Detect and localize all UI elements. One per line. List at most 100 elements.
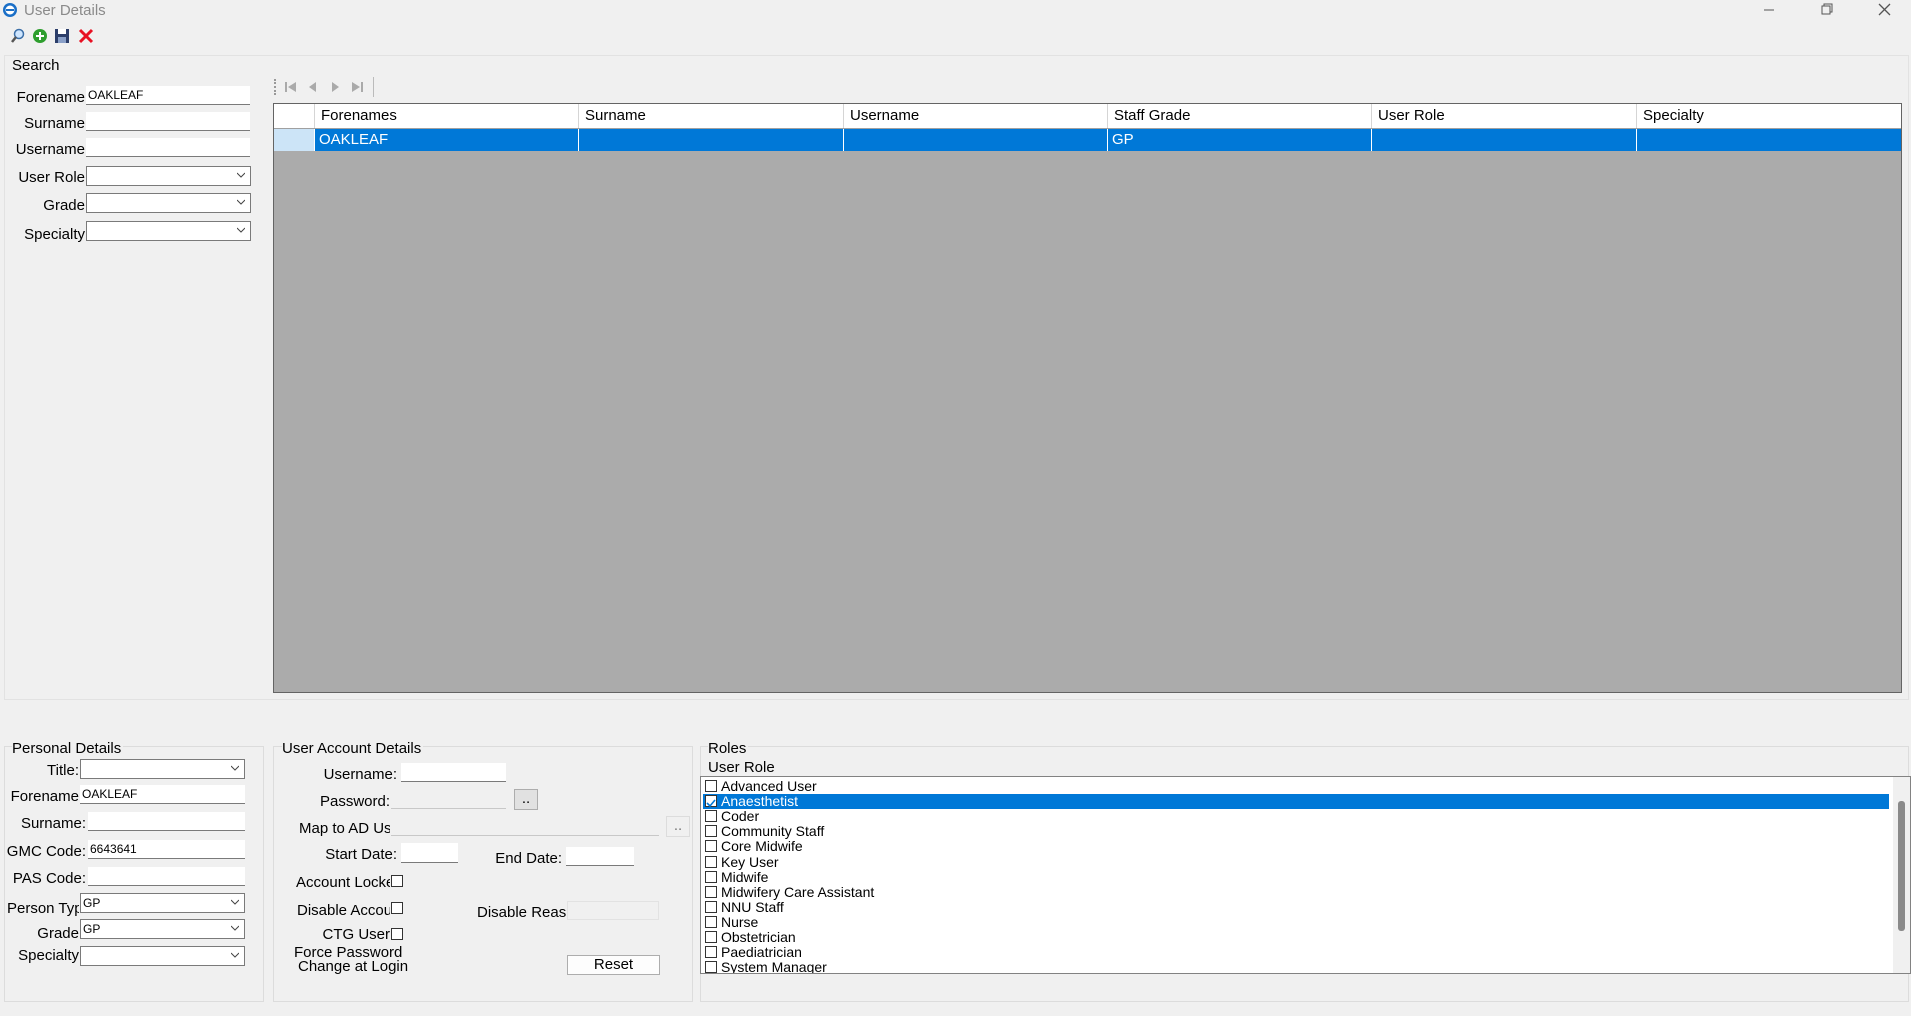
search-specialty-select[interactable]	[86, 221, 251, 241]
delete-icon[interactable]	[78, 28, 94, 44]
role-checkbox[interactable]	[705, 840, 717, 853]
cell-username	[844, 129, 1108, 151]
search-grade-select[interactable]	[86, 193, 251, 213]
personal-forename-input[interactable]: OAKLEAF	[80, 785, 245, 804]
record-navigator	[274, 77, 384, 97]
minimize-icon[interactable]	[1755, 0, 1783, 22]
search-surname-input[interactable]	[86, 112, 250, 131]
role-label: NNU Staff	[721, 898, 784, 915]
role-checkbox[interactable]	[705, 961, 717, 973]
find-icon[interactable]	[10, 28, 26, 44]
cell-surname	[579, 129, 844, 151]
next-record-icon[interactable]	[328, 80, 342, 94]
list-item[interactable]: Midwifery Care Assistant	[703, 884, 1889, 900]
personal-gmc-label: GMC Code:	[6, 843, 86, 860]
list-item[interactable]: Obstetrician	[703, 930, 1889, 945]
list-item[interactable]: Anaesthetist	[703, 793, 1889, 810]
column-specialty[interactable]: Specialty	[1637, 104, 1901, 128]
map-ad-browse-button[interactable]: ..	[666, 816, 690, 837]
password-browse-button[interactable]: ..	[514, 789, 538, 810]
role-checkbox[interactable]	[705, 810, 717, 823]
close-icon[interactable]	[1870, 0, 1898, 22]
roles-title: Roles	[708, 740, 749, 758]
disable-account-checkbox[interactable]	[391, 902, 403, 914]
search-grade-label: Grade	[43, 197, 85, 214]
save-icon[interactable]	[54, 28, 70, 44]
last-record-icon[interactable]	[350, 80, 364, 94]
role-checkbox[interactable]	[705, 915, 717, 928]
column-surname[interactable]: Surname	[579, 104, 844, 128]
personal-title-select[interactable]	[80, 759, 245, 779]
nav-separator	[373, 77, 374, 97]
force-password-label-line1: Force Password	[294, 946, 402, 958]
restore-icon[interactable]	[1812, 0, 1840, 22]
list-item[interactable]: Advanced User	[703, 779, 1889, 794]
chevron-down-icon	[237, 199, 245, 205]
list-item[interactable]: Paediatrician	[703, 945, 1889, 960]
account-map-ad-input[interactable]	[391, 817, 659, 836]
list-item[interactable]: NNU Staff	[703, 898, 1889, 915]
search-user-role-select[interactable]	[86, 166, 251, 186]
account-end-date-input[interactable]	[566, 847, 634, 866]
personal-pas-input[interactable]	[88, 867, 245, 886]
reset-button[interactable]: Reset	[567, 955, 660, 975]
list-item[interactable]: Nurse	[703, 914, 1889, 930]
search-user-role-label: User Role	[18, 169, 85, 186]
roles-list[interactable]: Advanced User Anaesthetist Coder Community …	[700, 776, 1911, 974]
list-item[interactable]: Coder	[703, 809, 1889, 824]
personal-surname-input[interactable]	[88, 812, 245, 831]
role-checkbox[interactable]	[705, 885, 717, 898]
chevron-down-icon	[237, 227, 245, 233]
account-password-label: Password:	[319, 793, 390, 810]
list-item[interactable]: System Manager	[703, 960, 1889, 973]
column-user-role[interactable]: User Role	[1372, 104, 1637, 128]
role-checkbox[interactable]	[705, 855, 717, 868]
personal-grade-select[interactable]: GP	[80, 919, 245, 939]
roles-scrollbar[interactable]	[1893, 777, 1910, 973]
account-end-date-label: End Date:	[495, 850, 562, 867]
scrollbar-thumb[interactable]	[1898, 801, 1905, 931]
account-password-input[interactable]	[391, 790, 506, 809]
account-username-label: Username:	[323, 766, 397, 783]
column-forenames[interactable]: Forenames	[315, 104, 579, 128]
search-forename-input[interactable]: OAKLEAF	[86, 86, 250, 105]
role-checkbox-checked[interactable]	[705, 795, 717, 808]
list-item[interactable]: Key User	[703, 854, 1889, 870]
chevron-down-icon	[231, 952, 239, 958]
role-checkbox[interactable]	[705, 825, 717, 838]
role-label: Midwife	[721, 868, 769, 885]
previous-record-icon[interactable]	[306, 80, 320, 94]
column-username[interactable]: Username	[844, 104, 1108, 128]
account-start-date-input[interactable]	[401, 843, 458, 863]
list-item[interactable]: Community Staff	[703, 824, 1889, 839]
role-checkbox[interactable]	[705, 900, 717, 913]
role-checkbox[interactable]	[705, 870, 717, 883]
role-label: Anaesthetist	[721, 793, 799, 810]
role-checkbox[interactable]	[705, 946, 717, 959]
chevron-down-icon	[231, 925, 239, 931]
account-locked-checkbox[interactable]	[391, 875, 403, 887]
personal-person-type-select[interactable]: GP	[80, 893, 245, 913]
row-selector[interactable]	[274, 129, 315, 151]
window-title: User Details	[24, 2, 106, 19]
first-record-icon[interactable]	[284, 80, 298, 94]
role-checkbox[interactable]	[705, 931, 717, 943]
account-details-title: User Account Details	[282, 740, 424, 758]
users-grid[interactable]: Forenames Surname Username Staff Grade U…	[273, 103, 1902, 693]
role-checkbox[interactable]	[705, 780, 717, 792]
list-item[interactable]: Midwife	[703, 868, 1889, 885]
account-username-input[interactable]	[401, 763, 506, 782]
personal-gmc-input[interactable]: 6643641	[88, 840, 245, 859]
add-icon[interactable]	[32, 28, 48, 44]
table-row[interactable]: OAKLEAF GP	[274, 129, 1901, 151]
disable-reason-input[interactable]	[567, 901, 659, 920]
disable-reason-label: Disable Reason	[477, 904, 566, 921]
personal-specialty-select[interactable]	[80, 946, 245, 966]
personal-details-title: Personal Details	[12, 740, 124, 758]
list-item[interactable]: Core Midwife	[703, 839, 1889, 854]
ctg-user-checkbox[interactable]	[391, 928, 403, 940]
search-username-input[interactable]	[86, 138, 250, 157]
column-staff-grade[interactable]: Staff Grade	[1108, 104, 1372, 128]
chevron-down-icon	[231, 765, 239, 771]
cell-staff-grade: GP	[1108, 129, 1372, 151]
